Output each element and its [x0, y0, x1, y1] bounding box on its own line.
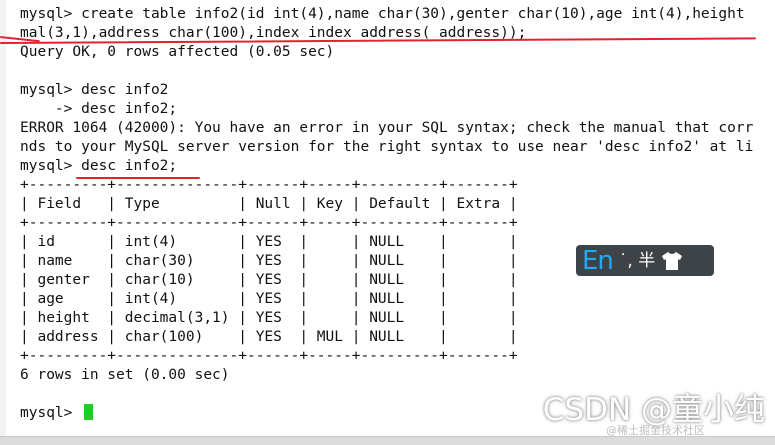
skin-shirt-icon — [662, 251, 683, 270]
terminal-line: mysql> create table info2(id int(4),name… — [20, 6, 745, 22]
mysql-prompt: mysql> — [20, 405, 82, 421]
table-border-line: +---------+--------------+------+-----+-… — [20, 348, 518, 364]
ime-status-label: ˙, 半 — [618, 250, 656, 271]
table-header-row: | Field | Type | Null | Key | Default | … — [20, 196, 518, 212]
table-row: | genter | char(10) | YES | | NULL | | — [20, 272, 518, 288]
annotation-underline — [76, 177, 200, 179]
terminal-cursor[interactable] — [84, 404, 93, 420]
terminal-line: mysql> desc info2 — [20, 82, 169, 98]
ime-mode-label: En — [582, 245, 614, 276]
terminal-line: Query OK, 0 rows affected (0.05 sec) — [20, 44, 335, 60]
terminal-gutter — [0, 0, 6, 436]
terminal-window[interactable]: mysql> create table info2(id int(4),name… — [0, 0, 775, 436]
terminal-line: nds to your MySQL server version for the… — [20, 139, 754, 155]
terminal-line: ERROR 1064 (42000): You have an error in… — [20, 120, 754, 136]
table-row: | height | decimal(3,1) | YES | | NULL |… — [20, 310, 518, 326]
ime-indicator[interactable]: En ˙, 半 — [576, 245, 714, 276]
table-row: | name | char(30) | YES | | NULL | | — [20, 253, 518, 269]
watermark-csdn: CSDN @童小纯 — [542, 392, 765, 428]
terminal-line: -> desc info2; — [20, 101, 178, 117]
terminal-line: mysql> desc info2; — [20, 158, 178, 174]
table-border-line: +---------+--------------+------+-----+-… — [20, 215, 518, 231]
result-summary: 6 rows in set (0.00 sec) — [20, 367, 230, 383]
table-row: | id | int(4) | YES | | NULL | | — [20, 234, 518, 250]
table-row: | age | int(4) | YES | | NULL | | — [20, 291, 518, 307]
table-row: | address | char(100) | YES | MUL | NULL… — [20, 329, 518, 345]
